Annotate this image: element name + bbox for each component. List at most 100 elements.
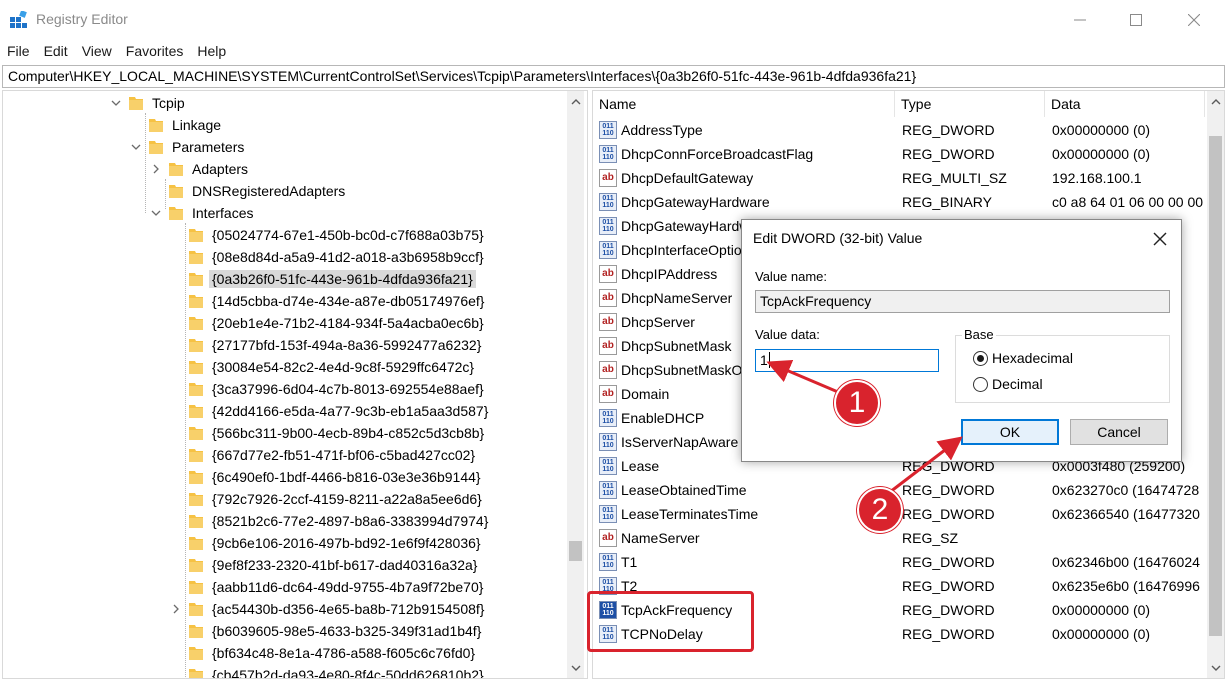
chevron-down-icon[interactable]: [109, 96, 123, 110]
binary-value-icon: 011 110: [599, 193, 617, 211]
scroll-up-icon[interactable]: [567, 93, 584, 110]
maximize-button[interactable]: [1113, 0, 1159, 40]
highlight-box: [587, 591, 754, 652]
chevron-right-icon[interactable]: [149, 162, 163, 176]
tree-item-interface-guid[interactable]: {20eb1e4e-71b2-4184-934f-5a4acba0ec6b}: [189, 312, 487, 334]
tree-item-interface-guid[interactable]: {08e8d84d-a5a9-41d2-a018-a3b6958b9ccf}: [189, 246, 487, 268]
menu-favorites[interactable]: Favorites: [119, 40, 191, 62]
tree-item-label: {bf634c48-8e1a-4786-a588-f605c6c76fd0}: [212, 645, 476, 661]
tree-item-interface-guid[interactable]: {14d5cbba-d74e-434e-a87e-db05174976ef}: [189, 290, 487, 312]
scroll-down-icon[interactable]: [567, 659, 584, 676]
value-name: DhcpNameServer: [621, 290, 733, 306]
base-group: Base: [955, 327, 1170, 403]
tree-item-interface-guid[interactable]: {b6039605-98e5-4633-b325-349f31ad1b4f}: [189, 620, 484, 642]
value-name: DhcpGatewayHardware: [621, 194, 770, 210]
value-data: 0x00000000 (0): [1052, 146, 1151, 162]
value-row[interactable]: 011 110 DhcpConnForceBroadcastFlag REG_DWOR…: [593, 142, 1205, 166]
menu-help[interactable]: Help: [190, 40, 233, 62]
tree-item-interfaces[interactable]: Interfaces: [149, 202, 256, 224]
folder-icon: [189, 602, 203, 616]
value-name: DhcpIPAddress: [621, 266, 718, 282]
tree-item-interface-guid[interactable]: {cb457b2d-da93-4e80-8f4c-50dd626810b2}: [189, 664, 487, 679]
tree-item-interface-guid[interactable]: {792c7926-2ccf-4159-8211-a22a8a5ee6d6}: [189, 488, 485, 510]
cancel-button[interactable]: Cancel: [1070, 419, 1168, 445]
binary-value-icon: 011 110: [599, 121, 617, 139]
menu-edit[interactable]: Edit: [37, 40, 75, 62]
tree-item-interface-guid[interactable]: {9cb6e106-2016-497b-bd92-1e6f9f428036}: [189, 532, 484, 554]
string-value-icon: ab: [599, 385, 617, 403]
radio-hexadecimal-label: Hexadecimal: [992, 350, 1073, 366]
string-value-icon: ab: [599, 337, 617, 355]
chevron-down-icon[interactable]: [149, 206, 163, 220]
tree-guide-line: [145, 113, 146, 213]
tree-item-interface-guid[interactable]: {566bc311-9b00-4ecb-89b4-c852c5d3cb8b}: [189, 422, 487, 444]
value-type: REG_DWORD: [902, 506, 995, 522]
tree-item-label: {9ef8f233-2320-41bf-b617-dad40316a32a}: [212, 557, 478, 573]
folder-icon: [189, 228, 203, 242]
tree-item-tcpip[interactable]: Tcpip: [109, 92, 188, 114]
minimize-button[interactable]: [1057, 0, 1103, 40]
tree-item-interface-guid[interactable]: {ac54430b-d356-4e65-ba8b-712b9154508f}: [169, 598, 487, 620]
tree-item-interface-guid[interactable]: {42dd4166-e5da-4a77-9c3b-eb1a5aa3d587}: [189, 400, 491, 422]
dialog-close-button[interactable]: [1151, 230, 1169, 248]
menu-view[interactable]: View: [75, 40, 119, 62]
value-row[interactable]: 011 110 T1 REG_DWORD 0x62346b00 (16476024: [593, 550, 1205, 574]
tree-item-interface-guid[interactable]: {9ef8f233-2320-41bf-b617-dad40316a32a}: [189, 554, 480, 576]
value-row[interactable]: 011 110 AddressType REG_DWORD 0x00000000 (0): [593, 118, 1205, 142]
tree-scrollbar[interactable]: [567, 91, 584, 678]
chevron-down-icon[interactable]: [129, 140, 143, 154]
value-data-input[interactable]: 1: [755, 349, 939, 372]
tree-item-linkage[interactable]: Linkage: [149, 114, 224, 136]
tree-item-adapters[interactable]: Adapters: [149, 158, 251, 180]
values-scrollbar[interactable]: [1207, 91, 1224, 678]
radio-decimal[interactable]: Decimal: [973, 376, 1043, 392]
close-button[interactable]: [1171, 0, 1217, 40]
tree-item-interface-guid[interactable]: {05024774-67e1-450b-bc0d-c7f688a03b75}: [189, 224, 487, 246]
menu-bar: File Edit View Favorites Help: [0, 40, 1227, 62]
value-name: DhcpInterfaceOptions: [621, 242, 757, 258]
tree-item-dnsregisteredadapters[interactable]: DNSRegisteredAdapters: [169, 180, 348, 202]
tree-item-label: {0a3b26f0-51fc-443e-961b-4dfda936fa21}: [209, 270, 476, 288]
value-name: DhcpSubnetMaskOpt: [621, 362, 755, 378]
value-row[interactable]: ab NameServer REG_SZ: [593, 526, 1205, 550]
tree-scrollbar-thumb[interactable]: [569, 541, 582, 561]
tree-item-interface-guid[interactable]: {30084e54-82c2-4e4d-9c8f-5929ffc6472c}: [189, 356, 477, 378]
value-type: REG_MULTI_SZ: [902, 170, 1007, 186]
chevron-right-icon[interactable]: [169, 602, 183, 616]
callout-badge-2: 2: [857, 487, 903, 533]
tree-item-label: {cb457b2d-da93-4e80-8f4c-50dd626810b2}: [212, 667, 484, 679]
string-value-icon: ab: [599, 265, 617, 283]
address-bar[interactable]: Computer\HKEY_LOCAL_MACHINE\SYSTEM\Curre…: [2, 65, 1225, 88]
column-header-type[interactable]: Type: [895, 91, 1045, 117]
tree-item-label: {05024774-67e1-450b-bc0d-c7f688a03b75}: [212, 227, 484, 243]
value-data: 0x62366540 (16477320: [1052, 506, 1200, 522]
tree-item-interface-guid[interactable]: {27177bfd-153f-494a-8a36-5992477a6232}: [189, 334, 484, 356]
scroll-up-icon[interactable]: [1207, 93, 1224, 110]
ok-button[interactable]: OK: [961, 419, 1059, 445]
tree-item-label: {9cb6e106-2016-497b-bd92-1e6f9f428036}: [212, 535, 481, 551]
folder-icon: [149, 140, 163, 154]
values-scrollbar-thumb[interactable]: [1209, 136, 1222, 636]
tree-item-interface-guid[interactable]: {3ca37996-6d04-4c7b-8013-692554e88aef}: [189, 378, 487, 400]
tree-item-interface-guid[interactable]: {8521b2c6-77e2-4897-b8a6-3383994d7974}: [189, 510, 491, 532]
value-row[interactable]: 011 110 DhcpGatewayHardware REG_BINARY c0 a8…: [593, 190, 1205, 214]
folder-icon: [189, 536, 203, 550]
tree-item-parameters[interactable]: Parameters: [129, 136, 247, 158]
value-name: NameServer: [621, 530, 700, 546]
tree-item-interface-guid[interactable]: {6c490ef0-1bdf-4466-b816-03e3e36b9144}: [189, 466, 484, 488]
value-row[interactable]: ab DhcpDefaultGateway REG_MULTI_SZ 192.168.…: [593, 166, 1205, 190]
tree-item-interface-guid[interactable]: {aabb11d6-dc64-49dd-9755-4b7a9f72be70}: [189, 576, 486, 598]
value-name: LeaseObtainedTime: [621, 482, 747, 498]
string-value-icon: ab: [599, 361, 617, 379]
tree-item-interface-guid[interactable]: {bf634c48-8e1a-4786-a588-f605c6c76fd0}: [189, 642, 478, 664]
tree-item-interface-guid[interactable]: {667d77e2-fb51-471f-bf06-c5bad427cc02}: [189, 444, 478, 466]
string-value-icon: ab: [599, 529, 617, 547]
radio-hexadecimal[interactable]: Hexadecimal: [973, 350, 1073, 366]
tree-item-interface-guid[interactable]: {0a3b26f0-51fc-443e-961b-4dfda936fa21}: [189, 268, 476, 290]
tree-item-label: Adapters: [192, 161, 249, 177]
column-header-name[interactable]: Name: [593, 91, 895, 117]
scroll-down-icon[interactable]: [1207, 659, 1224, 676]
column-header-data[interactable]: Data: [1045, 91, 1205, 117]
value-data: 0x6235e6b0 (16476996: [1052, 578, 1200, 594]
menu-file[interactable]: File: [0, 40, 37, 62]
